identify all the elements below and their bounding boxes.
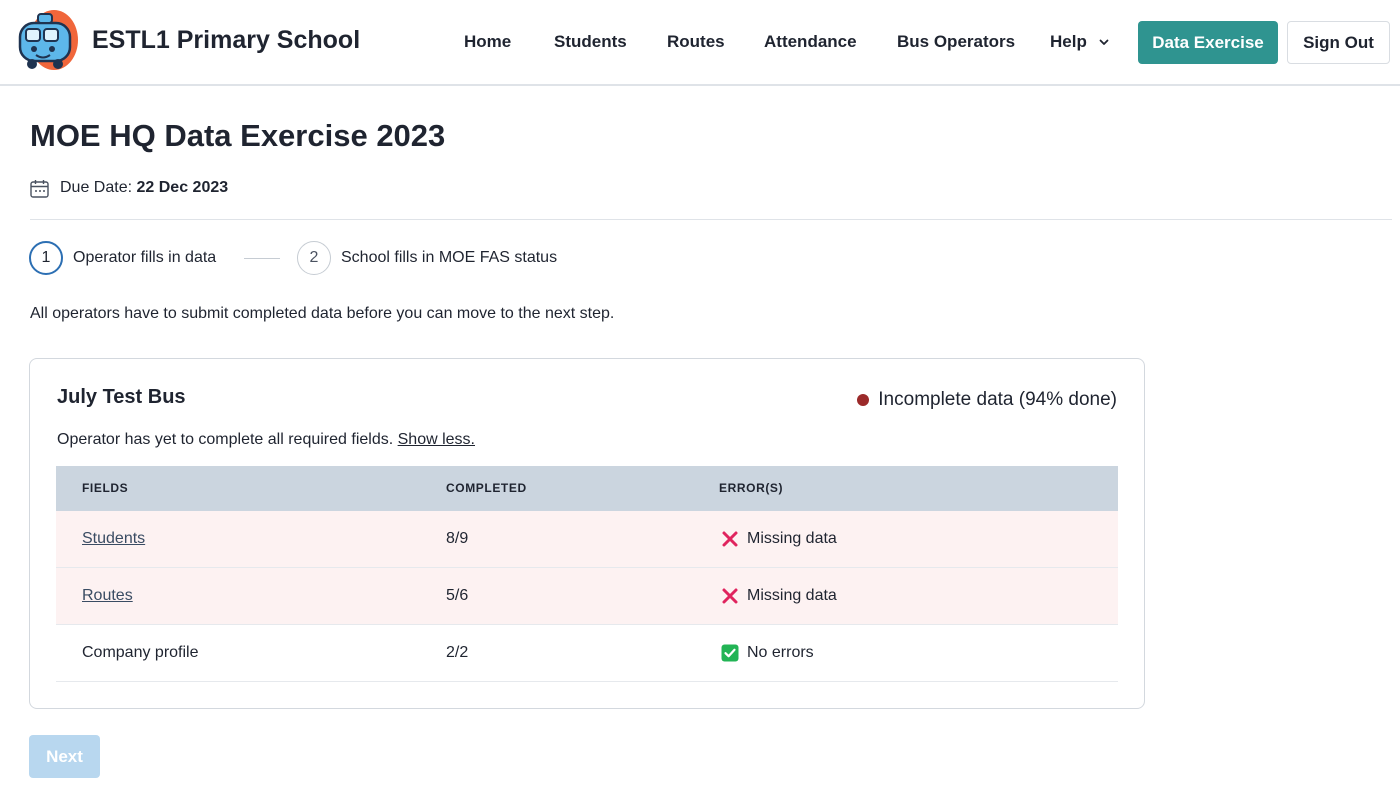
nav-home[interactable]: Home — [464, 32, 511, 52]
bus-mascot-logo[interactable] — [14, 9, 80, 75]
error-x-icon — [722, 531, 738, 547]
ok-text: No errors — [747, 644, 814, 661]
error-status: Missing data — [721, 587, 837, 605]
due-date: Due Date: 22 Dec 2023 — [60, 179, 228, 197]
completed-count: 2/2 — [446, 644, 469, 661]
divider — [30, 219, 1392, 220]
table-row: Routes 5/6 Missing data — [56, 568, 1118, 625]
page-title: MOE HQ Data Exercise 2023 — [30, 118, 446, 153]
table-header: FIELDS COMPLETED ERROR(S) — [56, 466, 1118, 511]
error-x-icon — [722, 588, 738, 604]
error-status: Missing data — [721, 530, 837, 548]
school-name: ESTL1 Primary School — [92, 26, 361, 54]
error-status: No errors — [721, 644, 814, 662]
status-text: Incomplete data (94% done) — [878, 389, 1117, 410]
error-text: Missing data — [747, 587, 837, 604]
operator-card: July Test Bus Incomplete data (94% done)… — [29, 358, 1145, 709]
sign-out-button[interactable]: Sign Out — [1287, 21, 1390, 64]
field-link-students[interactable]: Students — [82, 530, 145, 548]
nav-attendance[interactable]: Attendance — [764, 32, 857, 52]
nav-students[interactable]: Students — [554, 32, 627, 52]
nav-routes[interactable]: Routes — [667, 32, 725, 52]
operator-note-text: Operator has yet to complete all require… — [57, 431, 394, 448]
step-1-label: Operator fills in data — [73, 249, 217, 266]
data-exercise-button[interactable]: Data Exercise — [1138, 21, 1278, 64]
status-dot-icon — [857, 394, 870, 406]
field-link-routes[interactable]: Routes — [82, 587, 133, 605]
status-badge: Incomplete data (94% done) — [857, 389, 1117, 411]
show-less-link[interactable]: Show less. — [398, 431, 475, 448]
operator-name: July Test Bus — [57, 386, 186, 408]
stepper-connector — [244, 258, 280, 259]
completed-count: 8/9 — [446, 530, 469, 547]
step-2-label: School fills in MOE FAS status — [341, 249, 558, 266]
header-completed: COMPLETED — [446, 481, 527, 495]
field-company-profile: Company profile — [82, 644, 199, 661]
top-navbar: ESTL1 Primary School Home Students Route… — [0, 0, 1400, 86]
operator-note: Operator has yet to complete all require… — [57, 431, 475, 449]
step-2-indicator: 2 — [297, 241, 331, 275]
header-fields: FIELDS — [82, 481, 129, 495]
error-text: Missing data — [747, 530, 837, 547]
due-date-label: Due Date: — [60, 179, 133, 196]
due-date-value: 22 Dec 2023 — [136, 179, 229, 196]
table-row: Students 8/9 Missing data — [56, 511, 1118, 568]
check-icon — [721, 644, 739, 662]
info-message: All operators have to submit completed d… — [30, 305, 615, 322]
header-errors: ERROR(S) — [719, 481, 784, 495]
next-button[interactable]: Next — [29, 735, 100, 778]
fields-table: FIELDS COMPLETED ERROR(S) Students 8/9 M… — [56, 466, 1118, 682]
step-1-indicator: 1 — [29, 241, 63, 275]
chevron-down-icon[interactable] — [1098, 36, 1110, 48]
nav-help[interactable]: Help — [1050, 32, 1087, 52]
nav-bus-operators[interactable]: Bus Operators — [897, 32, 1015, 52]
table-row: Company profile 2/2 No errors — [56, 625, 1118, 682]
completed-count: 5/6 — [446, 587, 469, 604]
calendar-icon — [30, 180, 49, 198]
